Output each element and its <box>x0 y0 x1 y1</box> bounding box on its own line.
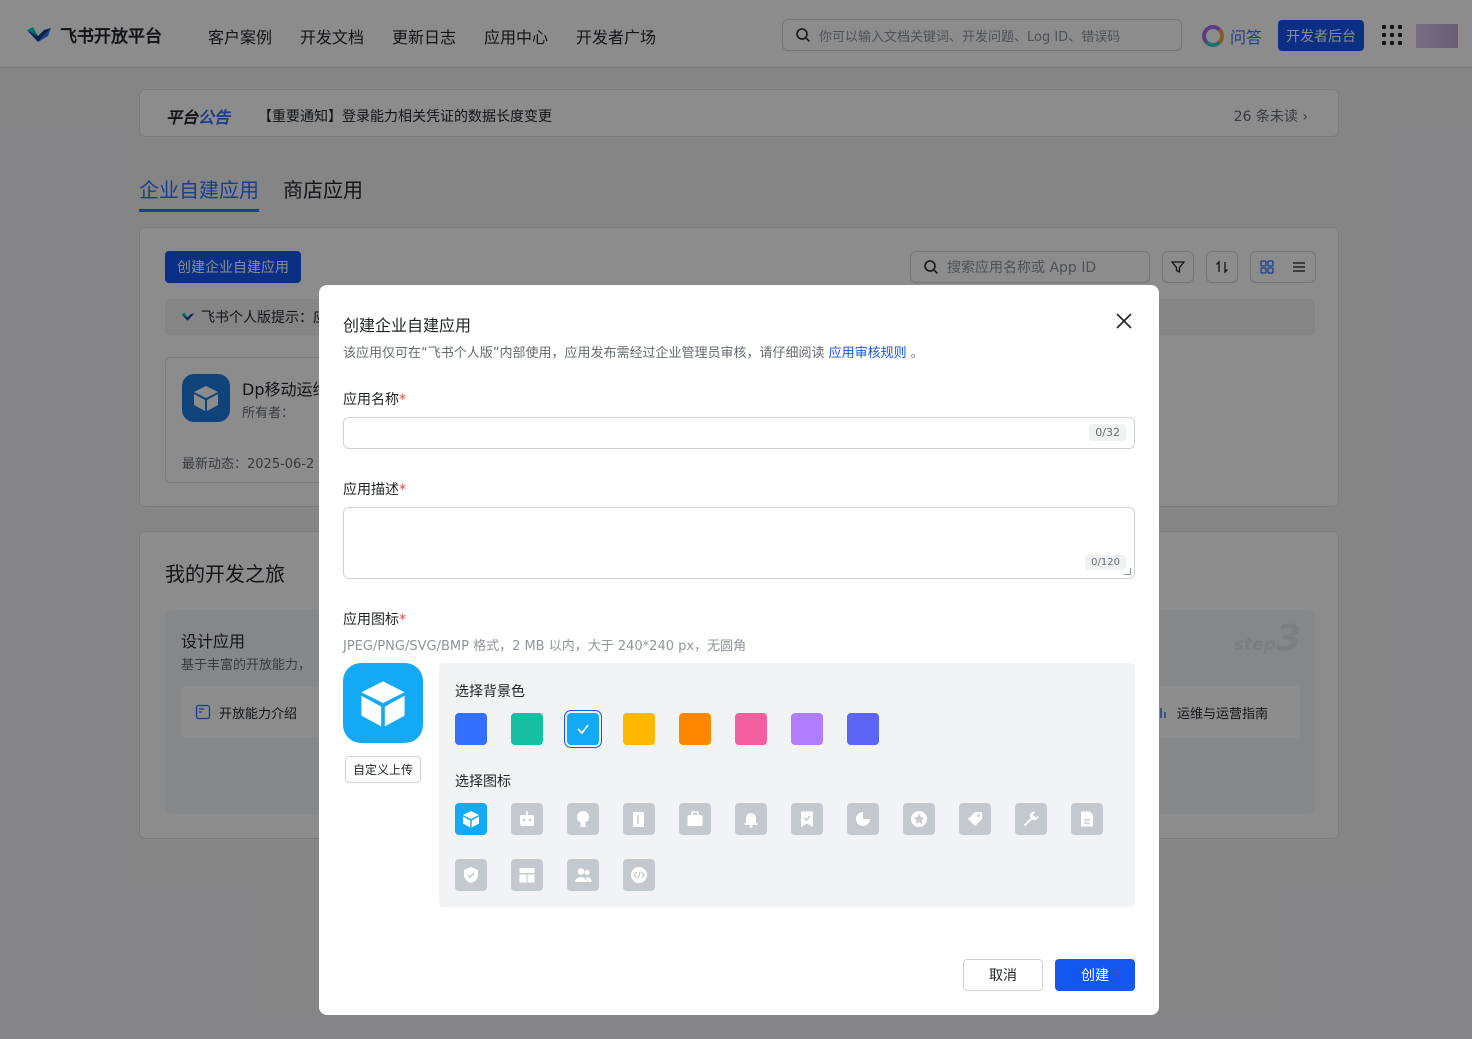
icon-preview <box>343 663 423 743</box>
custom-upload-button[interactable]: 自定义上传 <box>345 756 421 783</box>
bulb-icon[interactable] <box>567 803 599 835</box>
bg-color-swatch[interactable] <box>455 713 487 745</box>
check-icon <box>577 724 589 735</box>
app-icon-requirements: JPEG/PNG/SVG/BMP 格式，2 MB 以内，大于 240*240 p… <box>343 639 747 654</box>
app-desc-textarea[interactable]: 0/120 <box>343 507 1135 579</box>
people-icon[interactable] <box>567 859 599 891</box>
bg-color-swatch[interactable] <box>623 713 655 745</box>
bg-color-swatch[interactable] <box>847 713 879 745</box>
dialog-subtitle: 该应用仅可在“飞书个人版”内部使用，应用发布需经过企业管理员审核，请仔细阅读 应… <box>343 346 924 361</box>
app-name-counter: 0/32 <box>1089 424 1126 441</box>
bell-icon[interactable] <box>735 803 767 835</box>
layout-icon[interactable] <box>511 859 543 891</box>
app-name-label: 应用名称* <box>343 392 406 408</box>
dialog-title: 创建企业自建应用 <box>343 316 472 335</box>
star-icon[interactable] <box>903 803 935 835</box>
pie-icon[interactable] <box>847 803 879 835</box>
shield-icon[interactable] <box>455 859 487 891</box>
bg-color-swatch[interactable] <box>791 713 823 745</box>
icon-picker: 选择背景色 选择图标 <box>439 663 1135 907</box>
resize-handle[interactable] <box>1124 568 1131 575</box>
app-name-input[interactable]: 0/32 <box>343 417 1135 449</box>
app-desc-counter: 0/120 <box>1085 555 1126 570</box>
cancel-button[interactable]: 取消 <box>963 959 1043 991</box>
document-icon[interactable] <box>1071 803 1103 835</box>
code-icon[interactable] <box>623 859 655 891</box>
app-icon-label: 应用图标* <box>343 612 406 628</box>
bg-color-swatch[interactable] <box>511 713 543 745</box>
bg-color-swatch[interactable] <box>679 713 711 745</box>
close-icon[interactable] <box>1115 312 1133 330</box>
create-app-dialog: 创建企业自建应用 该应用仅可在“飞书个人版”内部使用，应用发布需经过企业管理员审… <box>319 285 1159 1015</box>
tag-icon[interactable] <box>959 803 991 835</box>
briefcase-icon[interactable] <box>679 803 711 835</box>
app-desc-label: 应用描述* <box>343 482 406 498</box>
cube-icon <box>361 681 405 727</box>
bookmark-icon[interactable] <box>791 803 823 835</box>
glyph-label: 选择图标 <box>455 774 511 790</box>
wrench-icon[interactable] <box>1015 803 1047 835</box>
create-button[interactable]: 创建 <box>1055 959 1135 991</box>
bg-color-swatch[interactable] <box>735 713 767 745</box>
cube-icon[interactable] <box>455 803 487 835</box>
review-rules-link[interactable]: 应用审核规则 <box>829 346 907 361</box>
robot-icon[interactable] <box>511 803 543 835</box>
book-icon[interactable] <box>623 803 655 835</box>
bg-color-swatch[interactable] <box>567 713 599 745</box>
bg-color-label: 选择背景色 <box>455 684 525 700</box>
